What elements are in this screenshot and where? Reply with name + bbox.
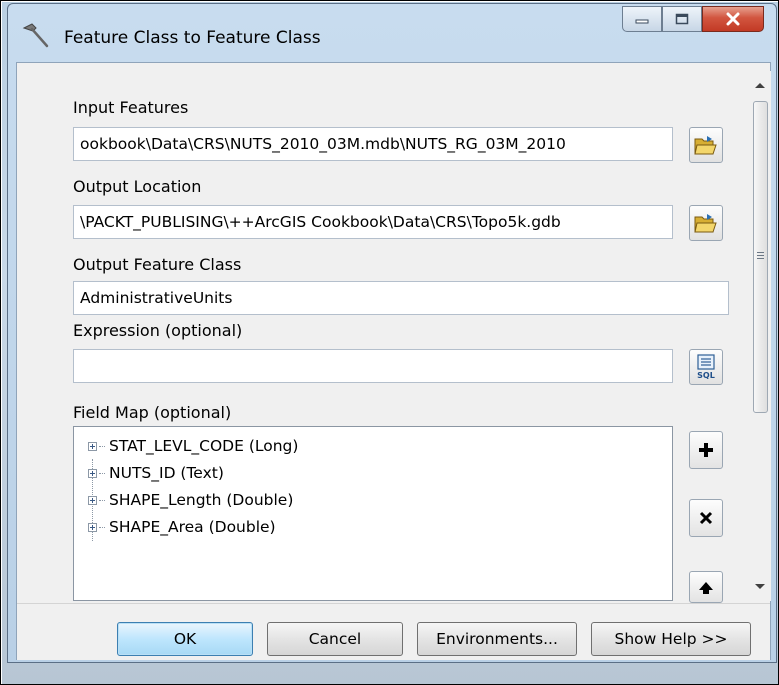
window-controls [622, 6, 764, 32]
expression-label: Expression (optional) [73, 321, 243, 340]
output-location-field[interactable]: \PACKT_PUBLISING\++ArcGIS Cookbook\Data\… [73, 205, 673, 239]
close-button[interactable] [702, 6, 764, 32]
ok-button[interactable]: OK [117, 622, 253, 656]
folder-open-icon [694, 214, 717, 233]
input-features-label: Input Features [73, 98, 189, 117]
tree-item-label: SHAPE_Length (Double) [109, 491, 294, 509]
screenshot-frame: Feature Class to Feature Class Input Fea… [0, 0, 779, 685]
maximize-icon [675, 13, 689, 25]
sql-icon: SQL [697, 354, 715, 380]
minimize-button[interactable] [622, 6, 662, 32]
button-bar: OK Cancel Environments... Show Help >> [17, 603, 770, 660]
delete-field-button[interactable] [689, 499, 723, 537]
window-title: Feature Class to Feature Class [64, 28, 321, 48]
cancel-button[interactable]: Cancel [267, 622, 403, 656]
svg-text:SQL: SQL [697, 371, 715, 380]
tree-item-label: NUTS_ID (Text) [109, 464, 224, 482]
expression-field[interactable] [73, 349, 673, 383]
expand-icon[interactable] [88, 522, 97, 532]
vertical-scrollbar[interactable] [749, 71, 771, 601]
add-field-button[interactable] [689, 431, 723, 469]
tree-item[interactable]: SHAPE_Length (Double) [88, 487, 293, 513]
output-feature-class-field[interactable]: AdministrativeUnits [73, 281, 729, 315]
tool-dialog: Feature Class to Feature Class Input Fea… [7, 3, 777, 663]
scroll-up-arrow-icon[interactable] [754, 81, 766, 89]
expand-icon[interactable] [88, 495, 97, 505]
tree-item-label: STAT_LEVL_CODE (Long) [109, 437, 299, 455]
delete-icon [699, 511, 713, 525]
sql-button[interactable]: SQL [689, 349, 723, 385]
maximize-button[interactable] [662, 6, 702, 32]
expand-icon[interactable] [88, 441, 97, 451]
arrow-up-icon [699, 582, 713, 594]
field-map-label: Field Map (optional) [73, 403, 232, 422]
output-location-label: Output Location [73, 177, 202, 196]
tree-item[interactable]: SHAPE_Area (Double) [88, 514, 276, 540]
scroll-thumb[interactable] [753, 101, 768, 413]
browse-input-button[interactable] [689, 127, 723, 163]
environments-button[interactable]: Environments... [417, 622, 577, 656]
browse-output-button[interactable] [689, 205, 723, 241]
output-feature-class-label: Output Feature Class [73, 255, 242, 274]
expand-icon[interactable] [88, 468, 97, 478]
show-help-button[interactable]: Show Help >> [591, 622, 751, 656]
move-up-button[interactable] [689, 571, 723, 603]
input-features-field[interactable]: ookbook\Data\CRS\NUTS_2010_03M.mdb\NUTS_… [73, 127, 673, 161]
scroll-down-arrow-icon[interactable] [754, 583, 766, 591]
dialog-body: Input Features ookbook\Data\CRS\NUTS_201… [16, 62, 771, 660]
minimize-icon [635, 19, 649, 24]
field-map-tree[interactable]: STAT_LEVL_CODE (Long) NUTS_ID (Text) SHA… [73, 426, 673, 601]
tree-item[interactable]: STAT_LEVL_CODE (Long) [88, 433, 298, 459]
folder-open-icon [694, 136, 717, 155]
plus-icon [699, 443, 713, 457]
title-bar[interactable]: Feature Class to Feature Class [8, 4, 776, 60]
tree-item-label: SHAPE_Area (Double) [109, 518, 276, 536]
hammer-icon [22, 23, 49, 48]
close-icon [726, 12, 740, 26]
tree-item[interactable]: NUTS_ID (Text) [88, 460, 224, 486]
